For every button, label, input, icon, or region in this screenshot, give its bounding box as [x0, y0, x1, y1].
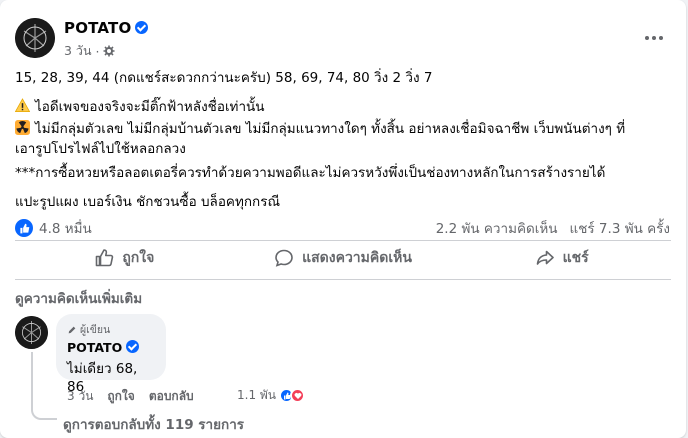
comment-reactions[interactable]: 1.1 พัน	[237, 386, 306, 405]
radioactive-icon	[15, 120, 30, 135]
post-line: ***การซื้อหวยหรือลอตเตอรี่ควรทำด้วยความพ…	[15, 165, 606, 181]
author-tag-label: ผู้เขียน	[80, 324, 111, 336]
reaction-summary[interactable]: 4.8 หมื่น	[15, 217, 92, 239]
share-icon	[536, 250, 554, 265]
post-card: POTATO 3 วัน · 15, 28, 39, 44 (กดแชร์สะด…	[0, 0, 686, 438]
post-line: ไอดีเพจของจริงจะมีติ๊กฟ้าหลังชื่อเท่านั้…	[15, 97, 265, 117]
comment-author[interactable]: POTATO	[67, 340, 155, 355]
comments-count[interactable]: 2.2 พัน ความคิดเห็น	[436, 217, 558, 239]
gear-icon	[103, 45, 115, 57]
engagement-counts: 2.2 พัน ความคิดเห็น แชร์ 7.3 พัน ครั้ง	[436, 217, 670, 239]
post-time[interactable]: 3 วัน	[64, 41, 92, 61]
avatar[interactable]	[15, 18, 55, 58]
verified-badge-icon	[135, 21, 149, 34]
comment-time[interactable]: 3 วัน	[67, 387, 93, 406]
divider	[15, 279, 671, 280]
comment-like-button[interactable]: ถูกใจ	[107, 387, 134, 406]
comment-icon	[275, 249, 293, 267]
warning-icon	[15, 98, 30, 112]
action-bar: ถูกใจ แสดงความคิดเห็น แชร์	[15, 243, 671, 273]
more-options-button[interactable]	[642, 26, 666, 50]
love-reaction-icon	[290, 388, 306, 403]
share-label: แชร์	[562, 250, 589, 266]
post-line: 15, 28, 39, 44 (กดแชร์สะดวกกว่านะครับ) 5…	[15, 70, 433, 86]
comment-bubble: ผู้เขียน POTATO ไม่เดียว 68, 86	[56, 314, 166, 395]
post-line: ไม่มีกลุ่มตัวเลข ไม่มีกลุ่มบ้านตัวเลข ไม…	[15, 119, 645, 159]
share-button[interactable]: แชร์	[452, 243, 671, 273]
view-more-comments-link[interactable]: ดูความคิดเห็นเพิ่มเติม	[15, 287, 142, 309]
verified-badge-icon	[126, 340, 140, 353]
like-button[interactable]: ถูกใจ	[15, 243, 234, 273]
post-line-text: ไม่มีกลุ่มตัวเลข ไม่มีกลุ่มบ้านตัวเลข ไม…	[15, 121, 626, 157]
comment-reply-button[interactable]: ตอบกลับ	[149, 387, 194, 406]
view-replies-link[interactable]: ดูการตอบกลับทั้ง 119 รายการ	[63, 413, 244, 435]
comment-author-text[interactable]: POTATO	[67, 340, 122, 355]
comment-meta: 3 วัน ถูกใจ ตอบกลับ	[67, 387, 194, 406]
reaction-count[interactable]: 4.8 หมื่น	[39, 217, 92, 239]
post-line-text: ไอดีเพจของจริงจะมีติ๊กฟ้าหลังชื่อเท่านั้…	[35, 99, 265, 115]
comment-button[interactable]: แสดงความคิดเห็น	[234, 243, 453, 273]
author-tag: ผู้เขียน	[67, 321, 155, 338]
thumbs-up-icon	[96, 249, 114, 267]
post-meta: 3 วัน ·	[64, 41, 115, 61]
comment-reaction-count: 1.1 พัน	[237, 388, 277, 402]
like-reaction-icon	[15, 219, 33, 237]
author-name-text[interactable]: POTATO	[64, 19, 131, 37]
shares-count[interactable]: แชร์ 7.3 พัน ครั้ง	[570, 217, 670, 239]
comment-label: แสดงความคิดเห็น	[302, 250, 412, 266]
like-label: ถูกใจ	[122, 250, 155, 266]
reply-thread-line	[31, 352, 57, 420]
comment-avatar[interactable]	[15, 316, 48, 349]
pencil-icon	[68, 326, 76, 333]
author-name[interactable]: POTATO	[64, 19, 149, 37]
post-line: แปะรูปแผง เบอร์เงิน ชักชวนซื้อ บล็อคทุกก…	[15, 194, 280, 210]
divider	[15, 240, 671, 241]
